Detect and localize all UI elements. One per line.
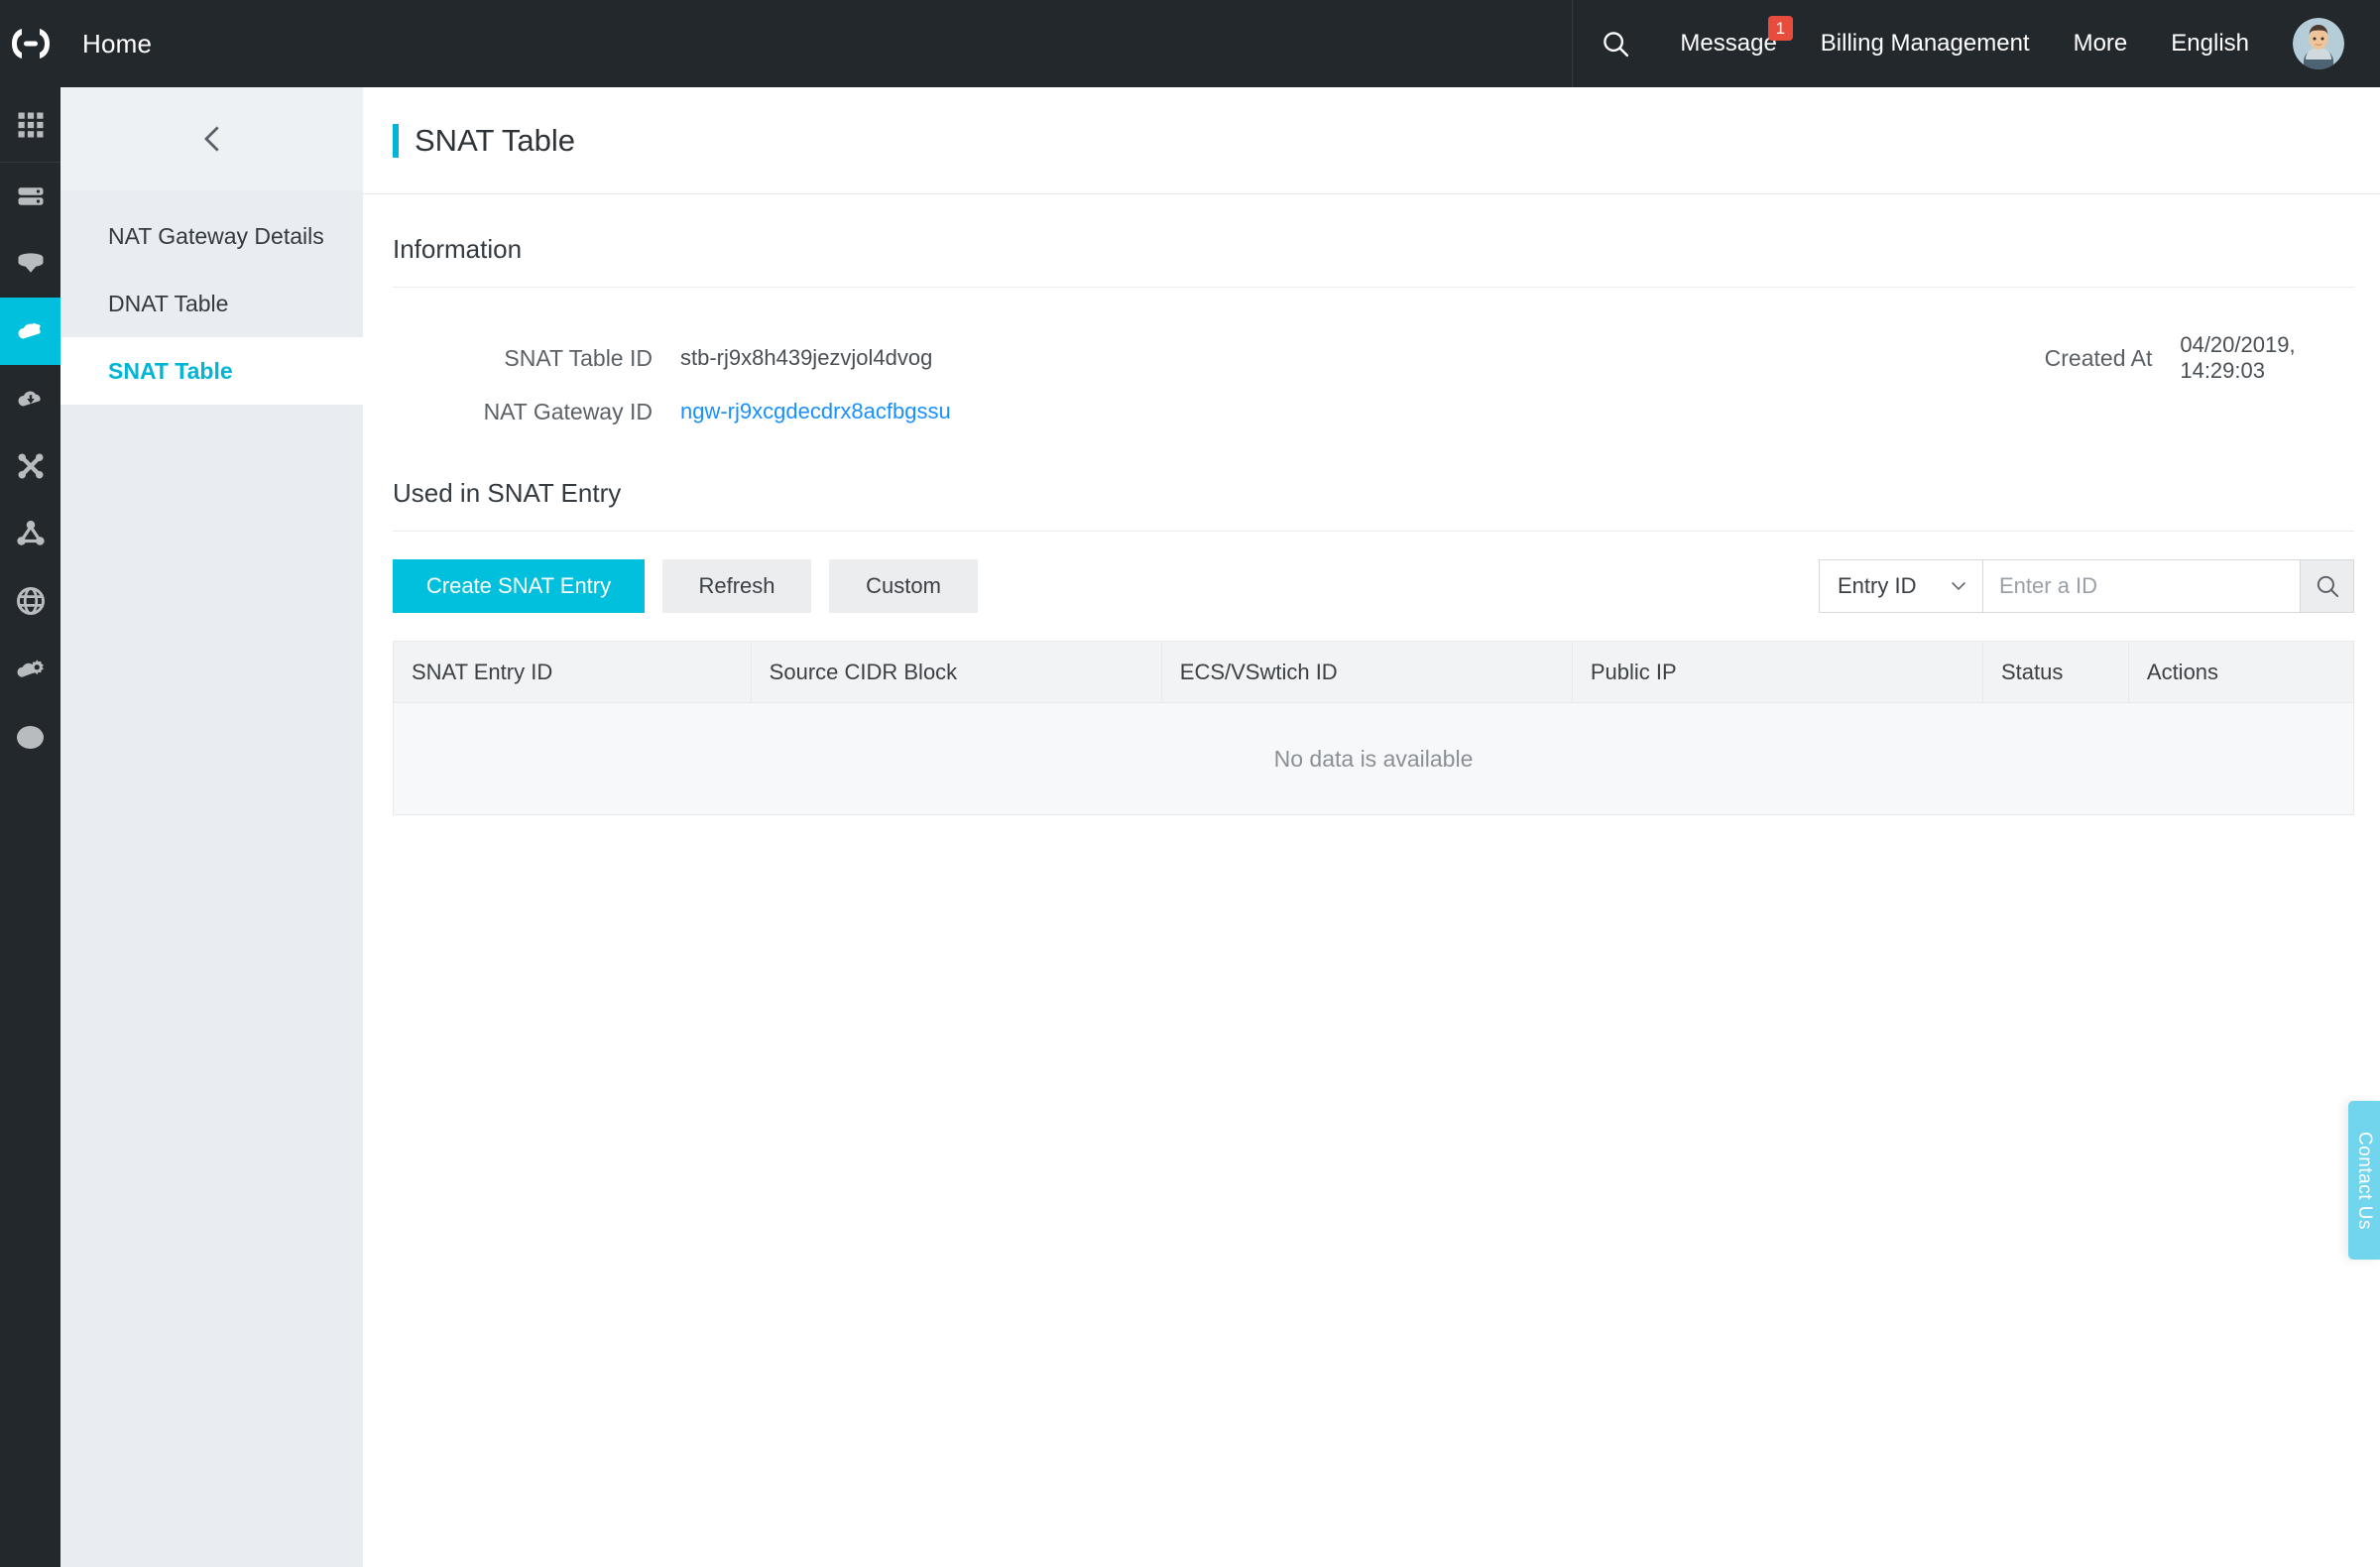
circle-icon: [17, 725, 44, 749]
snat-entry-table-wrap: SNAT Entry ID Source CIDR Block ECS/VSwt…: [363, 613, 2380, 815]
rail-item-apps[interactable]: [0, 87, 60, 163]
chevron-left-icon: [203, 126, 219, 152]
search-input[interactable]: [1983, 559, 2301, 613]
nav-item-list: NAT Gateway Details DNAT Table SNAT Tabl…: [60, 190, 363, 405]
column-header-ecs-vswitch-id[interactable]: ECS/VSwtich ID: [1160, 641, 1573, 703]
cross-connect-icon: [18, 453, 43, 479]
message-menu-item[interactable]: Message 1: [1658, 0, 1798, 87]
cloud-network-icon: [17, 322, 41, 339]
search-icon: [2317, 575, 2338, 598]
snat-entry-table: SNAT Entry ID Source CIDR Block ECS/VSwt…: [393, 641, 2355, 815]
header-right-group: Message 1 Billing Management More Englis…: [1572, 0, 2380, 87]
home-link[interactable]: Home: [82, 29, 152, 60]
information-right-column: Created At 04/20/2019, 14:29:03: [1371, 331, 2380, 438]
language-menu-item[interactable]: English: [2149, 0, 2271, 87]
nat-gateway-id-link[interactable]: ngw-rj9xcgdecdrx8acfbgssu: [680, 399, 951, 424]
global-search-button[interactable]: [1573, 0, 1658, 87]
rail-item-share-nodes[interactable]: [0, 500, 60, 567]
info-row-created-at: Created At 04/20/2019, 14:29:03: [1371, 331, 2380, 385]
custom-button[interactable]: Custom: [829, 559, 978, 613]
avatar-button[interactable]: [2281, 0, 2356, 87]
created-at-value: 04/20/2019, 14:29:03: [2180, 332, 2296, 383]
column-header-status[interactable]: Status: [1981, 641, 2129, 703]
create-snat-entry-button[interactable]: Create SNAT Entry: [393, 559, 645, 613]
info-row-nat-gateway-id: NAT Gateway ID ngw-rj9xcgdecdrx8acfbgssu: [363, 385, 1371, 438]
contact-us-label: Contact Us: [2354, 1131, 2375, 1230]
message-count-badge: 1: [1767, 16, 1793, 41]
apps-grid-icon: [18, 112, 43, 137]
rail-item-server[interactable]: [0, 163, 60, 230]
search-submit-button[interactable]: [2301, 559, 2354, 613]
filter-type-select[interactable]: Entry ID: [1819, 559, 1983, 613]
rail-item-cross-connect[interactable]: [0, 432, 60, 500]
share-nodes-icon: [16, 521, 45, 545]
server-icon: [18, 187, 43, 205]
rail-item-cloud-settings[interactable]: [0, 635, 60, 702]
billing-management-menu-item[interactable]: Billing Management: [1799, 0, 2052, 87]
database-icon: [18, 253, 43, 273]
sidebar-item-dnat-table[interactable]: DNAT Table: [60, 270, 363, 337]
secondary-nav-panel: NAT Gateway Details DNAT Table SNAT Tabl…: [60, 87, 363, 1567]
table-header-row: SNAT Entry ID Source CIDR Block ECS/VSwt…: [393, 641, 2355, 703]
rail-item-cloud-upload[interactable]: [0, 365, 60, 432]
info-row-snat-table-id: SNAT Table ID stb-rj9x8h439jezvjol4dvog: [363, 331, 1371, 385]
column-header-source-cidr-block[interactable]: Source CIDR Block: [750, 641, 1162, 703]
chevron-down-icon: [1952, 581, 1965, 591]
rail-item-globe[interactable]: [0, 567, 60, 635]
contact-us-tab[interactable]: Contact Us: [2348, 1101, 2380, 1260]
information-grid: SNAT Table ID stb-rj9x8h439jezvjol4dvog …: [363, 288, 2380, 438]
filter-type-selected-value: Entry ID: [1838, 573, 1917, 598]
left-icon-rail: [0, 87, 60, 1567]
snat-entry-toolbar: Create SNAT Entry Refresh Custom Entry I…: [363, 532, 2380, 613]
page-title: SNAT Table: [415, 122, 575, 158]
cloud-upload-icon: [17, 391, 41, 407]
page-header: SNAT Table: [363, 87, 2380, 194]
message-label: Message: [1680, 30, 1777, 57]
column-header-snat-entry-id[interactable]: SNAT Entry ID: [393, 641, 752, 703]
snat-table-id-value: stb-rj9x8h439jezvjol4dvog: [680, 345, 933, 370]
snat-table-id-label: SNAT Table ID: [504, 344, 653, 371]
nav-collapse-button[interactable]: [60, 87, 363, 190]
main-content: SNAT Table Information SNAT Table ID stb…: [363, 87, 2380, 1567]
empty-state-message: No data is available: [393, 702, 2354, 815]
logo-button[interactable]: [0, 0, 60, 87]
snat-entry-section-title: Used in SNAT Entry: [393, 478, 622, 508]
search-icon: [1604, 32, 1629, 58]
created-at-label: Created At: [2044, 344, 2153, 371]
information-section-title: Information: [393, 234, 523, 264]
rail-item-cloud-network[interactable]: [0, 298, 60, 365]
user-avatar-icon: [2293, 18, 2344, 69]
page-title-accent-bar: [393, 123, 399, 158]
rail-item-database[interactable]: [0, 230, 60, 298]
column-header-actions[interactable]: Actions: [2127, 641, 2355, 703]
cloud-settings-icon: [16, 660, 44, 677]
sidebar-item-nat-gateway-details[interactable]: NAT Gateway Details: [60, 202, 363, 270]
column-header-public-ip[interactable]: Public IP: [1571, 641, 1983, 703]
information-left-column: SNAT Table ID stb-rj9x8h439jezvjol4dvog …: [363, 331, 1371, 438]
globe-icon: [16, 587, 45, 615]
table-empty-row: No data is available: [393, 702, 2354, 815]
nat-gateway-id-label: NAT Gateway ID: [483, 398, 653, 424]
rail-item-circle[interactable]: [0, 702, 60, 772]
top-header-bar: Home Message 1 Billing Management More E…: [0, 0, 2380, 87]
table-body: No data is available: [393, 702, 2354, 815]
alibaba-cloud-logo-icon: [11, 29, 50, 59]
search-filter-group: Entry ID: [1819, 559, 2354, 613]
refresh-button[interactable]: Refresh: [662, 559, 811, 613]
more-menu-item[interactable]: More: [2052, 0, 2150, 87]
sidebar-item-snat-table[interactable]: SNAT Table: [60, 337, 363, 405]
